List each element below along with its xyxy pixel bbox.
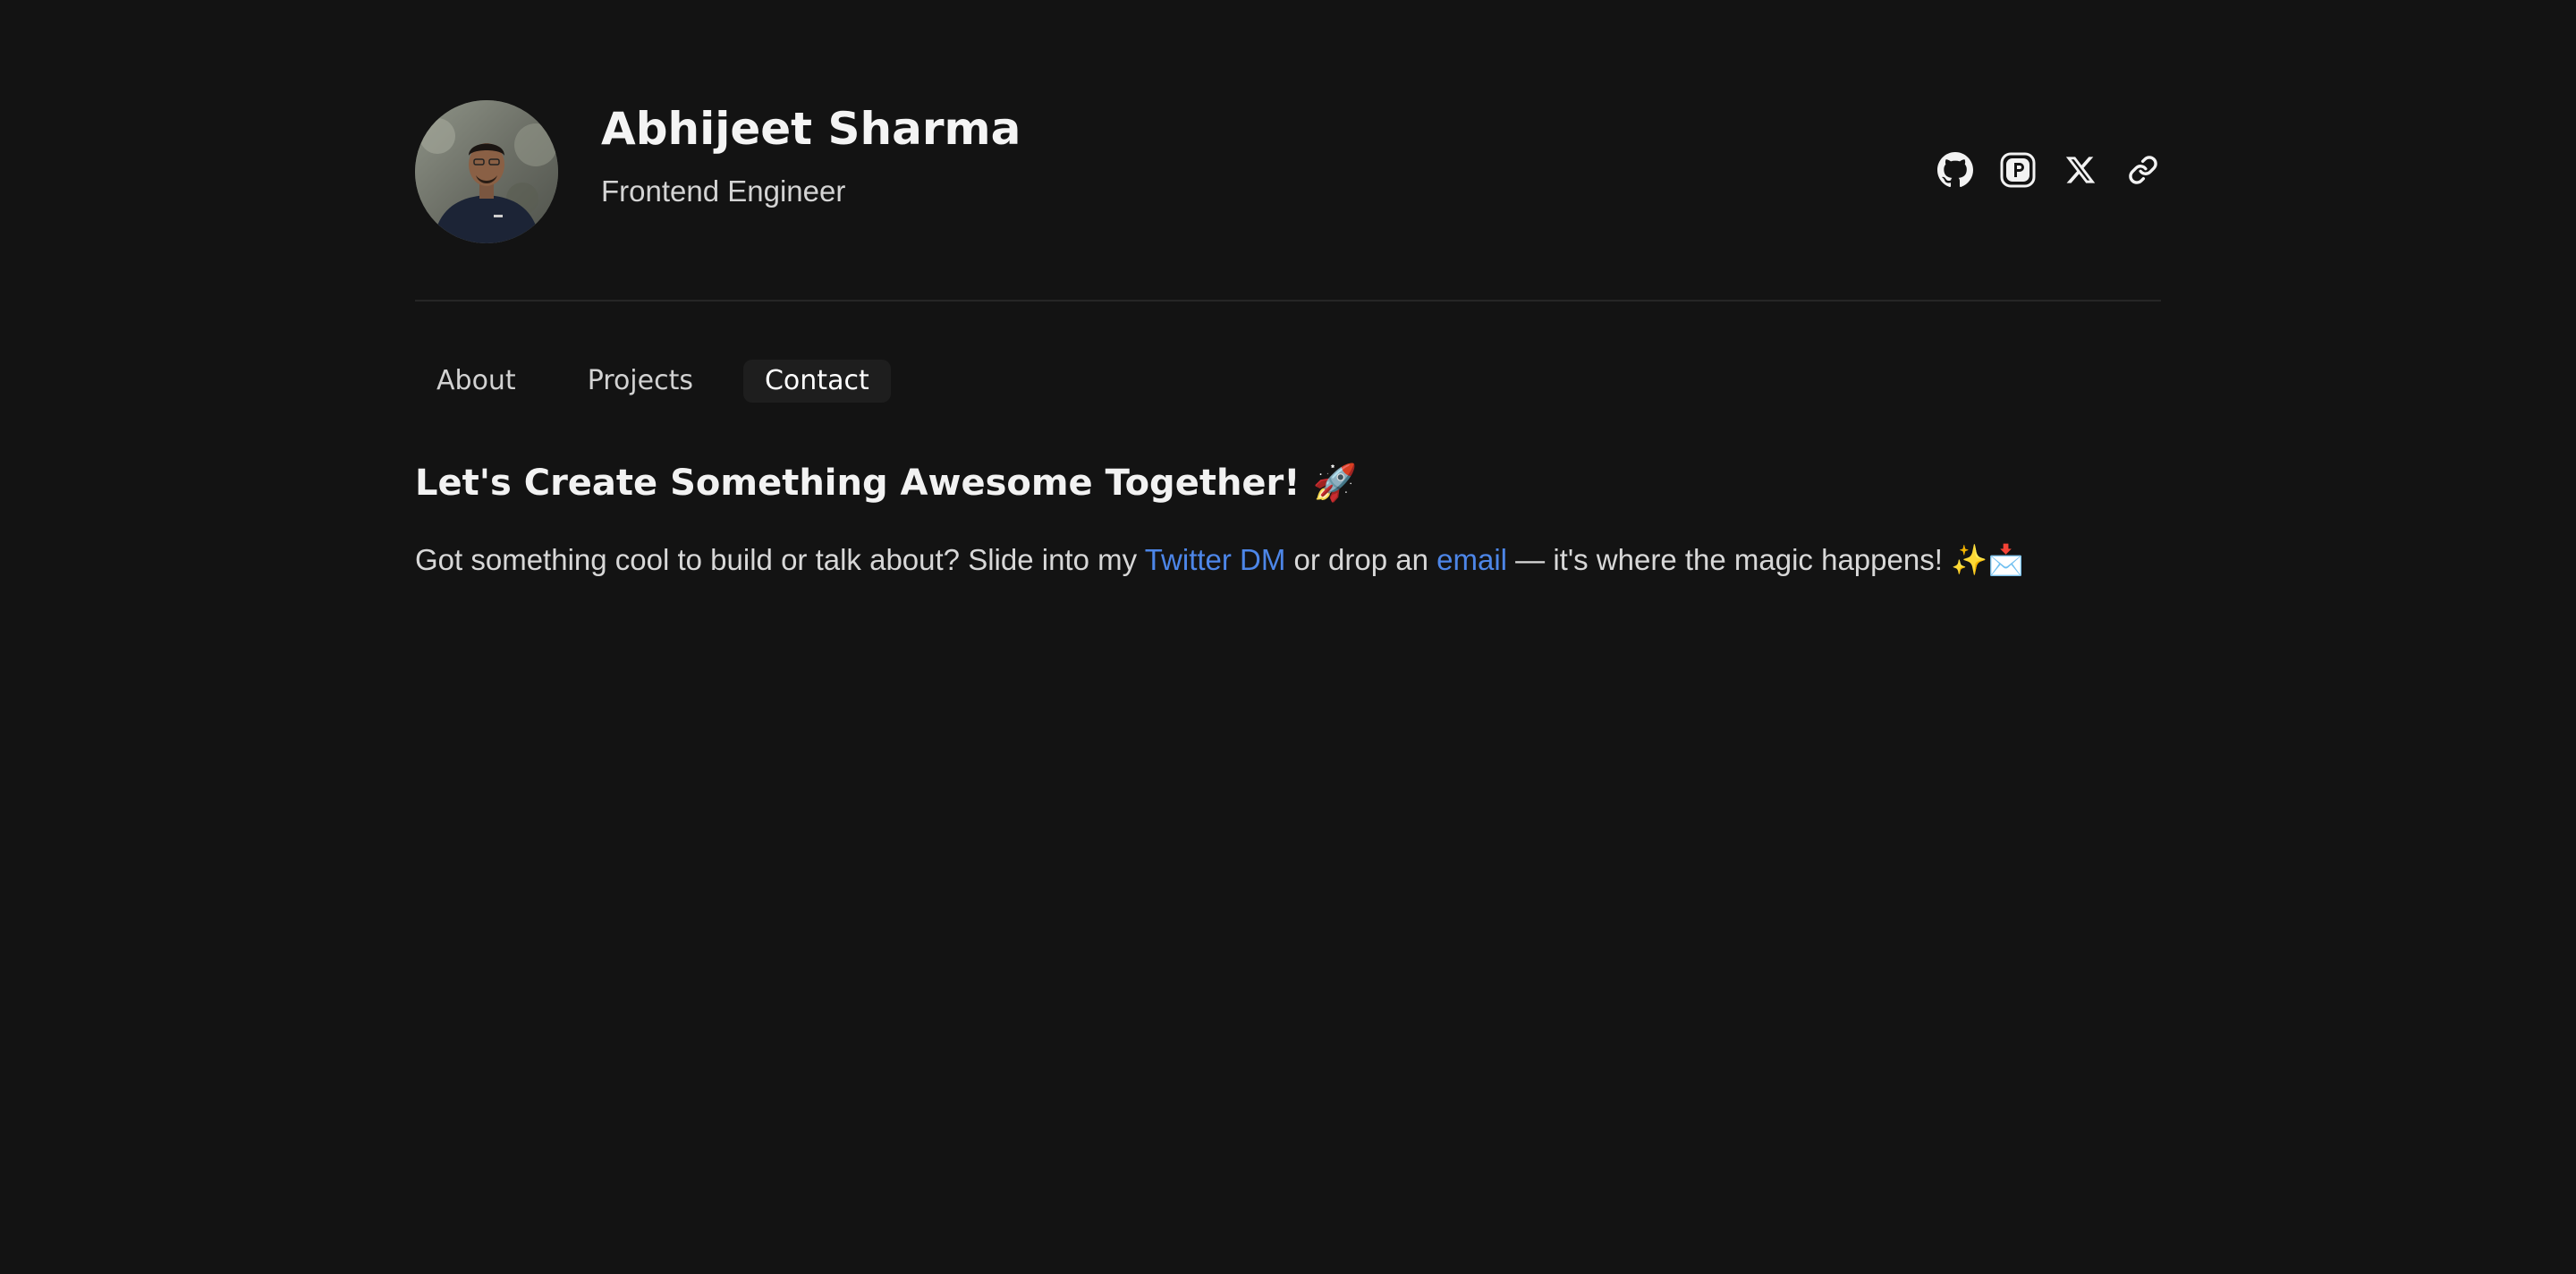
contact-heading: Let's Create Something Awesome Together!…	[415, 463, 1358, 504]
profile-name: Abhijeet Sharma	[601, 103, 1021, 155]
avatar	[415, 100, 558, 243]
producthunt-icon[interactable]	[2000, 152, 2036, 188]
contact-paragraph: Got something cool to build or talk abou…	[415, 539, 2024, 582]
tab-about[interactable]: About	[415, 360, 538, 403]
email-link[interactable]: email	[1436, 543, 1507, 576]
social-links	[1937, 152, 2161, 188]
header-divider	[415, 300, 2161, 302]
contact-text-middle: or drop an	[1285, 543, 1437, 576]
twitter-dm-link[interactable]: Twitter DM	[1145, 543, 1286, 576]
x-twitter-icon[interactable]	[2063, 152, 2098, 188]
tab-projects[interactable]: Projects	[566, 360, 715, 403]
profile-header: Abhijeet Sharma Frontend Engineer	[415, 100, 2161, 243]
tab-contact[interactable]: Contact	[742, 360, 891, 403]
profile-role: Frontend Engineer	[601, 174, 846, 208]
link-icon[interactable]	[2125, 152, 2161, 188]
nav-tabs: About Projects Contact	[415, 360, 891, 403]
contact-text-before: Got something cool to build or talk abou…	[415, 543, 1145, 576]
github-icon[interactable]	[1937, 152, 1973, 188]
contact-text-after: — it's where the magic happens! ✨📩	[1507, 543, 2025, 576]
